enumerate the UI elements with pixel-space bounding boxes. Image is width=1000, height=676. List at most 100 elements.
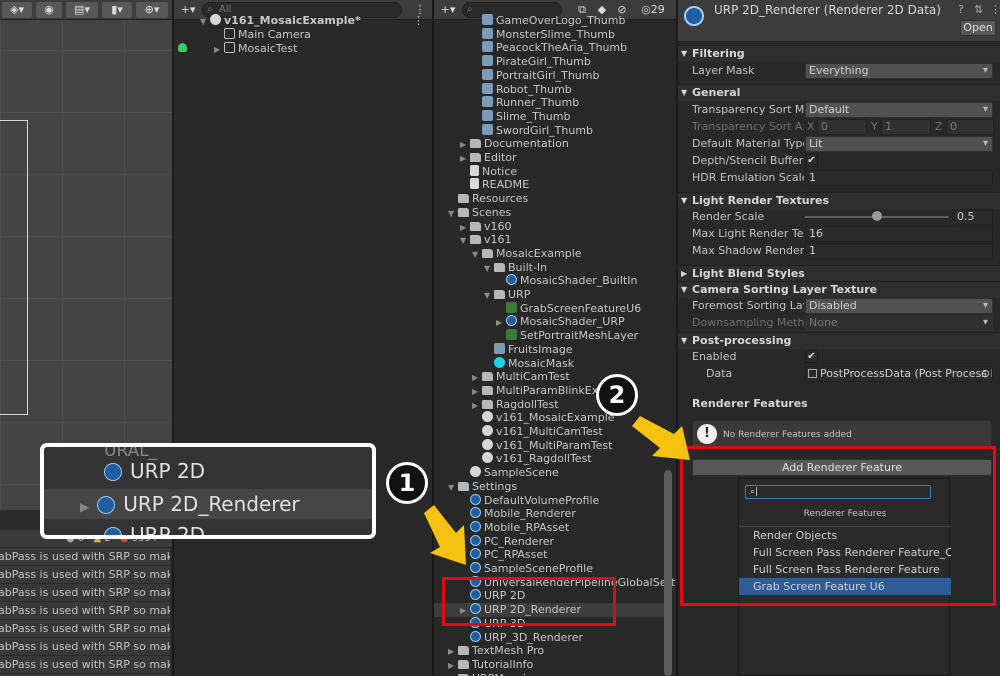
project-item[interactable]: Robot_Thumb (434, 82, 664, 97)
project-item[interactable]: ▼ URP (434, 288, 664, 302)
post-enabled-checkbox[interactable]: ✔ (805, 350, 818, 363)
project-item[interactable]: GameOverLogo_Thumb (434, 14, 664, 28)
section-light-render-textures[interactable]: ▼ Light Render Textures (678, 192, 1000, 209)
img-icon (494, 342, 505, 354)
max-shadow-textures-field[interactable]: 1 (805, 243, 993, 259)
scene-icon (482, 438, 493, 450)
camera-dropdown[interactable]: ▮▾ (102, 2, 132, 18)
console-message-row[interactable]: abPass is used with SRP so make (0, 584, 170, 602)
console-message-row[interactable]: abPass is used with SRP so make (0, 566, 170, 584)
render-scale-slider-thumb[interactable] (872, 211, 882, 221)
project-item[interactable]: ▼ Built-In (434, 261, 664, 275)
kebab-menu-icon[interactable]: ⋮ (413, 14, 424, 28)
axis-x-field[interactable]: 0 (817, 119, 867, 135)
project-item[interactable]: URP_3D_Renderer (434, 630, 664, 645)
gizmos-dropdown[interactable]: ⊕▾ (136, 2, 168, 18)
console-message-row[interactable]: abPass is used with SRP so make (0, 602, 170, 620)
settings-icon[interactable]: ⇅ (974, 3, 983, 16)
project-item[interactable]: PeacockTheAria_Thumb (434, 41, 664, 55)
hdr-emulation-field[interactable]: 1 (805, 170, 993, 186)
project-item[interactable]: ▼ Settings (434, 480, 664, 494)
project-item[interactable]: MosaicMask (434, 356, 664, 371)
mat-icon (494, 356, 505, 368)
inspector-title: URP 2D_Renderer (Renderer 2D Data) (714, 3, 941, 17)
console-message-row[interactable]: abPass is used with SRP so make (0, 656, 170, 674)
img-icon (482, 96, 493, 108)
project-item[interactable]: ▶ MosaicShader_URP (434, 315, 664, 329)
zoom-item-urp-2d-renderer: ▶ URP 2D_Renderer (44, 489, 372, 519)
layers-dropdown[interactable]: ◈▾ (2, 2, 32, 18)
shader-icon (506, 315, 517, 327)
expand-arrow-icon[interactable]: ▼ (200, 15, 210, 29)
transparency-sort-mode-dropdown[interactable]: Default (805, 102, 993, 118)
doc-icon (470, 164, 479, 176)
layer-mask-dropdown[interactable]: Everything (805, 63, 993, 79)
axis-y-field[interactable]: 1 (881, 119, 931, 135)
urp-icon (470, 493, 481, 505)
project-item[interactable]: ▼ Scenes (434, 206, 664, 220)
project-item[interactable]: SwordGirl_Thumb (434, 123, 664, 138)
help-icon[interactable]: ? (958, 3, 964, 16)
project-item[interactable]: GrabScreenFeatureU6 (434, 301, 664, 316)
project-item[interactable]: SampleScene (434, 466, 664, 480)
project-item[interactable]: ▼ MosaicExample (434, 247, 664, 261)
project-item[interactable]: Resources (434, 192, 664, 206)
default-material-type-dropdown[interactable]: Lit (805, 136, 993, 152)
project-item[interactable]: ▶ Editor (434, 151, 664, 165)
project-item[interactable]: ▼ v161 (434, 233, 664, 247)
project-item[interactable]: v161_MultiCamTest (434, 425, 664, 439)
section-filtering[interactable]: ▼ Filtering (678, 45, 1000, 62)
project-item[interactable]: Slime_Thumb (434, 109, 664, 124)
downsampling-dropdown[interactable]: None (805, 315, 993, 331)
project-item[interactable]: Runner_Thumb (434, 96, 664, 110)
project-item[interactable]: ▶ TextMesh Pro (434, 644, 664, 658)
project-item[interactable]: ▶URPMosaic (434, 672, 664, 676)
project-item[interactable]: PirateGirl_Thumb (434, 55, 664, 69)
console-message-row[interactable]: abPass is used with SRP so make (0, 548, 170, 566)
section-camera-sorting[interactable]: ▼ Camera Sorting Layer Texture (678, 281, 1000, 298)
gameobject-icon (224, 42, 235, 53)
hierarchy-item-mosaic-test[interactable]: ▶ MosaicTest (174, 42, 297, 56)
inspector-menu-icon[interactable]: ⋮ (990, 3, 1000, 16)
project-item[interactable]: Notice (434, 164, 664, 179)
axis-z-field[interactable]: 0 (946, 119, 994, 135)
project-item[interactable]: README (434, 178, 664, 192)
project-item[interactable]: ▶ Documentation (434, 137, 664, 151)
depth-stencil-checkbox[interactable]: ✔ (805, 154, 818, 167)
project-item[interactable]: ▶ TutorialInfo (434, 658, 664, 672)
project-item[interactable]: MonsterSlime_Thumb (434, 27, 664, 42)
project-item[interactable]: SetPortraitMeshLayer (434, 329, 664, 343)
render-scale-field[interactable]: 0.5 (953, 209, 993, 225)
img-icon (482, 27, 493, 39)
no-features-box: ! No Renderer Features added (692, 420, 992, 448)
project-item[interactable]: ▶ v160 (434, 220, 664, 234)
section-general[interactable]: ▼ General (678, 84, 1000, 101)
max-light-textures-field[interactable]: 16 (805, 226, 993, 242)
post-data-object-field[interactable]: PostProcessData (Post Process D ⊙ (805, 366, 993, 382)
foremost-sorting-label: Foremost Sorting Layer (692, 299, 804, 312)
foremost-sorting-dropdown[interactable]: Disabled (805, 298, 993, 314)
project-scrollbar[interactable] (664, 470, 672, 676)
folder-icon (470, 235, 481, 245)
section-light-blend-styles[interactable]: ▶ Light Blend Styles (678, 265, 1000, 282)
console-message-row[interactable]: abPass is used with SRP so make (0, 620, 170, 638)
open-button[interactable]: Open (960, 20, 996, 36)
expand-arrow-icon[interactable]: ▶ (448, 673, 458, 676)
asset-urp-icon (684, 6, 704, 26)
project-item[interactable]: PortraitGirl_Thumb (434, 68, 664, 83)
visibility-icon[interactable]: ◉ (36, 2, 62, 18)
project-item[interactable]: v161_RagdollTest (434, 452, 664, 466)
project-item[interactable]: MosaicShader_BuiltIn (434, 274, 664, 288)
project-item[interactable]: v161_MultiParamTest (434, 438, 664, 453)
project-item[interactable]: v161_MosaicExample (434, 411, 664, 425)
section-post-processing[interactable]: ▼ Post-processing (678, 332, 1000, 349)
project-item[interactable]: FruitsImage (434, 342, 664, 357)
object-picker-icon[interactable]: ⊙ (981, 367, 990, 381)
urp-asset-icon (97, 496, 116, 514)
layer-stack-dropdown[interactable]: ▤▾ (66, 2, 98, 18)
hierarchy-item-main-camera[interactable]: Main Camera (174, 28, 311, 42)
scene-root[interactable]: ▼ v161_MosaicExample* ⋮ (174, 14, 432, 28)
urp-icon (470, 630, 481, 642)
console-message-row[interactable]: abPass is used with SRP so make (0, 638, 170, 656)
expand-arrow-icon[interactable]: ▶ (214, 43, 224, 57)
